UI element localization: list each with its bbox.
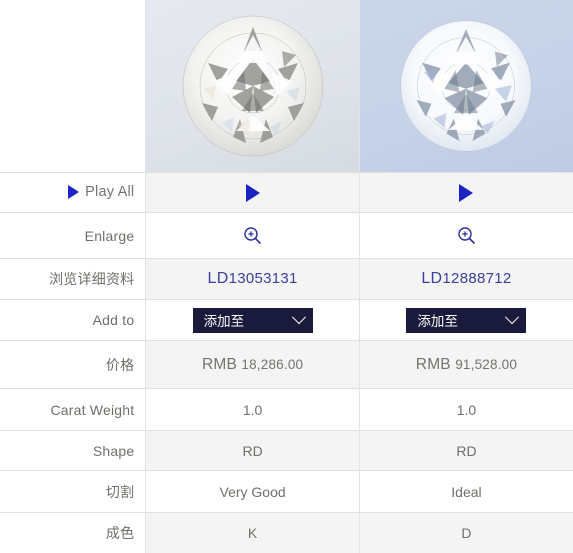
color-value-right: D — [359, 512, 573, 553]
detail-link-number-left: 13053131 — [228, 270, 298, 287]
carat-weight-value-left: 1.0 — [145, 388, 360, 431]
chevron-down-icon-right[interactable] — [505, 310, 520, 325]
add-to-cell-right: 添加至 — [359, 299, 573, 341]
add-to-dropdown-right[interactable]: 添加至 — [406, 307, 527, 333]
shape-value-left: RD — [145, 430, 360, 471]
play-triangle-icon-right[interactable] — [459, 183, 474, 202]
detail-link-number-right: 12888712 — [442, 270, 512, 287]
add-to-dropdown-label-right: 添加至 — [417, 314, 458, 329]
detail-link-prefix-right: LD — [421, 270, 443, 287]
cut-value-left: Very Good — [145, 470, 360, 513]
detail-link-cell-left[interactable]: LD13053131 — [145, 258, 360, 300]
shape-value-right: RD — [359, 430, 573, 471]
shape-label: Shape — [0, 430, 147, 471]
diamond-left-graphic — [182, 15, 323, 157]
add-to-dropdown-label-left: 添加至 — [203, 314, 245, 329]
price-currency-right: RMB — [415, 355, 451, 373]
row-color: 成色 K D — [0, 512, 573, 553]
add-to-label: Add to — [0, 299, 147, 341]
detail-link-cell-right[interactable]: LD12888712 — [359, 258, 573, 300]
add-to-cell-left: 添加至 — [145, 299, 360, 341]
play-triangle-icon[interactable] — [68, 184, 80, 199]
color-label: 成色 — [0, 512, 147, 553]
row-view-details: 浏览详细资料 LD13053131 LD12888712 — [0, 258, 573, 300]
diamond-photo-left[interactable] — [146, 0, 359, 172]
price-currency-left: RMB — [201, 355, 237, 373]
magnifier-plus-icon-right[interactable] — [457, 226, 476, 245]
price-amount-right: 91,528.00 — [455, 356, 518, 372]
play-all-label-cell[interactable]: Play All — [0, 172, 147, 213]
detail-link-prefix-left: LD — [207, 270, 229, 287]
row-shape: Shape RD RD — [0, 430, 573, 471]
diamond-right-graphic — [400, 20, 533, 152]
diamond-photo-right[interactable] — [359, 0, 573, 172]
image-row — [0, 0, 573, 173]
magnifier-plus-icon-left[interactable] — [243, 226, 262, 245]
add-to-dropdown-left[interactable]: 添加至 — [192, 307, 313, 333]
play-triangle-icon-left[interactable] — [245, 183, 260, 202]
diamond-cell-right[interactable] — [359, 0, 573, 173]
diamond-comparison-table: Play All Enlarge 浏览详细资料 LD13053131 LD128… — [0, 0, 573, 553]
row-add-to: Add to 添加至 添加至 — [0, 299, 573, 341]
row-carat-weight: Carat Weight 1.0 1.0 — [0, 388, 573, 431]
diamond-cell-left[interactable] — [145, 0, 360, 173]
detail-link-left[interactable]: LD13053131 — [208, 270, 298, 287]
price-cell-right: RMB 91,528.00 — [359, 340, 573, 389]
image-row-label-cell — [0, 0, 147, 173]
play-button-cell-left[interactable] — [145, 172, 360, 213]
price-cell-left: RMB 18,286.00 — [145, 340, 360, 389]
detail-link-right[interactable]: LD12888712 — [421, 270, 511, 287]
enlarge-label: Enlarge — [0, 212, 147, 259]
play-button-cell-right[interactable] — [359, 172, 573, 213]
view-details-label: 浏览详细资料 — [0, 258, 147, 300]
carat-weight-value-right: 1.0 — [359, 388, 573, 431]
row-cut: 切割 Very Good Ideal — [0, 470, 573, 513]
chevron-down-icon-left[interactable] — [291, 310, 306, 325]
enlarge-cell-left[interactable] — [145, 212, 360, 259]
cut-label: 切割 — [0, 470, 147, 513]
row-play-all: Play All — [0, 172, 573, 213]
row-price: 价格 RMB 18,286.00 RMB 91,528.00 — [0, 340, 573, 389]
carat-weight-label: Carat Weight — [0, 388, 147, 431]
cut-value-right: Ideal — [359, 470, 573, 513]
play-all-label: Play All — [85, 183, 135, 200]
color-value-left: K — [145, 512, 360, 553]
price-amount-left: 18,286.00 — [241, 356, 304, 372]
enlarge-cell-right[interactable] — [359, 212, 573, 259]
price-label: 价格 — [0, 340, 147, 389]
row-enlarge: Enlarge — [0, 212, 573, 259]
